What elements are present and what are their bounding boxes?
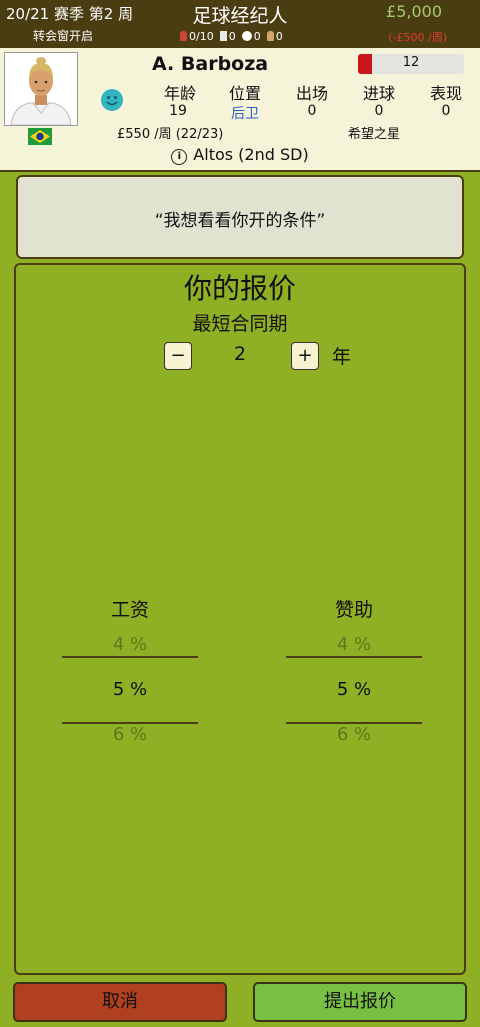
position-value: 后卫 — [231, 106, 259, 122]
player-potential: 希望之星 — [348, 127, 401, 142]
sponsor-option-above[interactable]: 4 % — [286, 634, 422, 655]
performance-value: 0 — [441, 103, 451, 119]
rating-value: 12 — [402, 55, 420, 70]
wage-picker-line-top — [62, 656, 198, 658]
wage-label: 工资 — [110, 599, 149, 621]
wage-option-selected[interactable]: 5 % — [62, 679, 198, 700]
card-icon — [219, 31, 227, 41]
player-panel: A. Barboza 12 年龄 位置 出场 进球 表现 19 后卫 0 0 0… — [0, 48, 480, 172]
staff-stat: 0 — [266, 30, 283, 43]
money-balance: £5,000 — [386, 2, 442, 21]
transfer-window-status: 转会窗开启 — [33, 29, 94, 43]
goals-header: 进球 — [362, 84, 395, 103]
age-header: 年龄 — [163, 84, 196, 103]
year-unit-label: 年 — [332, 346, 352, 368]
goals-value: 0 — [374, 103, 384, 119]
appearances-value: 0 — [307, 103, 317, 119]
wage-option-below[interactable]: 6 % — [62, 724, 198, 745]
cancel-button[interactable]: 取消 — [13, 982, 227, 1022]
appearances-header: 出场 — [295, 84, 328, 103]
performance-header: 表现 — [429, 84, 462, 103]
brazil-flag-icon — [28, 128, 52, 145]
info-icon[interactable]: i — [171, 149, 188, 165]
player-name: A. Barboza — [152, 53, 269, 75]
clients-stat: 0/10 — [180, 30, 214, 43]
happy-mood-icon — [100, 88, 124, 112]
person-icon — [180, 31, 187, 41]
player-quote-box: “我想看看你开的条件” — [16, 175, 464, 259]
player-avatar[interactable] — [4, 52, 78, 126]
eye-icon — [241, 31, 252, 41]
position-header: 位置 — [228, 84, 261, 103]
sponsor-option-selected[interactable]: 5 % — [286, 679, 422, 700]
player-club[interactable]: i Altos (2nd SD) — [0, 145, 480, 165]
sponsor-label: 赞助 — [334, 599, 373, 621]
player-wage: £550 /周 (22/23) — [117, 127, 224, 142]
scouts-stat: 0 — [241, 30, 261, 43]
increase-years-button[interactable]: + — [291, 342, 319, 370]
player-quote: “我想看看你开的条件” — [154, 211, 326, 231]
staff-icon — [266, 31, 274, 41]
offer-title: 你的报价 — [183, 272, 296, 305]
min-contract-label: 最短合同期 — [192, 313, 288, 335]
cards-stat: 0 — [219, 30, 236, 43]
player-rating-bar: 12 — [358, 54, 464, 74]
sponsor-picker-line-top — [286, 656, 422, 658]
club-name: Altos (2nd SD) — [193, 145, 309, 164]
submit-offer-button[interactable]: 提出报价 — [253, 982, 467, 1022]
top-bar: 20/21 赛季 第2 周 转会窗开启 足球经纪人 £5,000 (-£500 … — [0, 0, 480, 48]
wage-option-above[interactable]: 4 % — [62, 634, 198, 655]
sponsor-option-below[interactable]: 6 % — [286, 724, 422, 745]
decrease-years-button[interactable]: − — [164, 342, 192, 370]
weekly-expense: (-£500 /周) — [388, 31, 447, 44]
offer-panel: 你的报价 最短合同期 − 2 + 年 工资 4 % 5 % 6 % 赞助 4 %… — [14, 263, 466, 975]
contract-years-value: 2 — [233, 343, 247, 365]
agency-stats: 0/10 0 0 0 — [180, 30, 283, 43]
age-value: 19 — [169, 103, 187, 119]
